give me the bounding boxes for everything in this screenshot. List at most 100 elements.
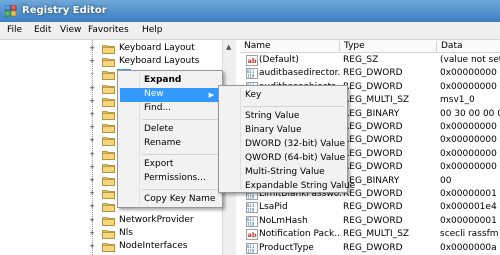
- collapse-icon[interactable]: -: [88, 71, 96, 79]
- submenu-item-label: DWORD (32-bit) Value: [245, 139, 345, 149]
- expand-icon[interactable]: +: [88, 45, 96, 53]
- menu-edit[interactable]: Edit: [34, 25, 51, 35]
- tree-item[interactable]: + Keyboard Layouts: [0, 55, 235, 68]
- tree-item-label: Nls: [119, 227, 133, 238]
- context-menu-item[interactable]: Export: [120, 158, 220, 172]
- menu-file[interactable]: File: [7, 25, 22, 35]
- menu-help[interactable]: Help: [142, 25, 163, 35]
- folder-icon: [102, 150, 115, 160]
- table-row[interactable]: 011110NoLmHash REG_DWORD 0x00000001 (1: [240, 215, 500, 228]
- context-menu-item-label: Expand: [144, 75, 182, 85]
- expand-icon[interactable]: +: [88, 203, 96, 211]
- submenu-item[interactable]: QWORD (64-bit) Value: [221, 152, 345, 166]
- table-row[interactable]: ab (Default) REG_SZ (value not set): [240, 54, 500, 67]
- value-name: (Default): [259, 55, 299, 65]
- submenu-item[interactable]: String Value: [221, 110, 345, 124]
- context-menu-item[interactable]: New ▶: [120, 88, 220, 102]
- context-menu-separator: [142, 119, 219, 120]
- binary-value-icon: 011110: [246, 202, 258, 214]
- value-name: LsaPid: [259, 202, 288, 213]
- context-menu-item[interactable]: Expand: [120, 74, 220, 88]
- context-menu-item[interactable]: Rename: [120, 137, 220, 151]
- submenu-item[interactable]: Key: [221, 89, 345, 103]
- expand-icon[interactable]: +: [88, 124, 96, 132]
- submenu-item-label: Expandable String Value: [245, 181, 356, 191]
- tree-item[interactable]: + NodeInterfaces: [0, 240, 235, 253]
- context-menu-item-label: Export: [144, 159, 174, 169]
- folder-icon: [102, 243, 115, 252]
- new-submenu: Key String Value Binary Value DWORD (32-bit…: [218, 85, 355, 194]
- string-value-icon: ab: [246, 229, 258, 241]
- scroll-up-icon[interactable]: ▲: [226, 43, 231, 51]
- expand-icon[interactable]: +: [88, 84, 96, 93]
- submenu-item-label: QWORD (64-bit) Value: [245, 153, 346, 163]
- window-title: Registry Editor: [22, 5, 107, 16]
- value-data: (value not set): [440, 55, 500, 65]
- tree-item-label: NetworkProvider: [119, 214, 194, 225]
- submenu-item-label: Key: [245, 90, 262, 100]
- value-type: REG_DWORD: [343, 68, 403, 79]
- table-row[interactable]: 011110LsaPid REG_DWORD 0x000001e4 (4: [240, 201, 500, 214]
- folder-icon: [102, 58, 115, 68]
- expand-icon[interactable]: +: [88, 190, 96, 198]
- value-type: REG_BINARY: [343, 175, 400, 186]
- string-value-icon: ab: [246, 55, 258, 66]
- expand-icon[interactable]: +: [88, 216, 96, 225]
- column-name[interactable]: Name: [240, 41, 340, 53]
- expand-icon[interactable]: +: [88, 150, 96, 159]
- column-data[interactable]: Data: [437, 41, 500, 53]
- table-row[interactable]: ab Notification Pack... REG_MULTI_SZ scecli…: [240, 228, 500, 241]
- value-data: scecli rassfm: [440, 229, 499, 240]
- submenu-arrow-icon: ▶: [208, 91, 214, 99]
- tree-item[interactable]: + NetworkProvider: [0, 214, 235, 227]
- submenu-item[interactable]: Multi-String Value: [221, 166, 345, 180]
- expand-icon[interactable]: +: [88, 58, 96, 66]
- value-data: 0x00000001 (1: [440, 215, 500, 226]
- context-menu-item[interactable]: Delete: [120, 123, 220, 137]
- menu-favorites[interactable]: Favorites: [88, 25, 129, 35]
- tree-item-label: Keyboard Layout: [119, 43, 195, 53]
- expand-icon[interactable]: +: [88, 111, 96, 119]
- value-data: 0x000001e4 (4: [440, 202, 500, 213]
- submenu-item-label: String Value: [245, 111, 300, 121]
- value-data: 0x00000001 (1: [440, 189, 500, 199]
- context-menu-item-label: Find...: [144, 103, 172, 113]
- expand-icon[interactable]: +: [88, 229, 96, 238]
- column-type[interactable]: Type: [340, 41, 437, 53]
- value-type: REG_DWORD: [343, 135, 403, 146]
- context-menu-item[interactable]: Find...: [120, 102, 220, 116]
- folder-icon: [102, 84, 115, 94]
- context-menu: Expand New ▶ Find... Delete Rename Export Permi…: [117, 70, 223, 208]
- value-type: REG_DWORD: [343, 81, 403, 92]
- context-menu-item[interactable]: Copy Key Name: [120, 193, 220, 207]
- binary-value-icon: 011110: [246, 215, 258, 227]
- value-data: 0x00000000 (0): [440, 122, 500, 132]
- value-type: REG_DWORD: [343, 122, 403, 132]
- expand-icon[interactable]: +: [88, 163, 96, 172]
- submenu-item[interactable]: Binary Value: [221, 124, 345, 138]
- value-type: REG_MULTI_SZ: [343, 95, 410, 106]
- tree-item-label: NodeInterfaces: [119, 241, 188, 251]
- value-type: REG_DWORD: [343, 242, 403, 253]
- table-row[interactable]: 011 110 auditbasedirector... REG_DWORD 0x000…: [240, 67, 500, 80]
- value-data: 0x00000000 (0): [440, 135, 500, 146]
- submenu-item-label: Binary Value: [245, 125, 302, 135]
- expand-icon[interactable]: +: [88, 243, 96, 251]
- submenu-item[interactable]: DWORD (32-bit) Value: [221, 138, 345, 152]
- expand-icon[interactable]: +: [88, 137, 96, 145]
- svg-text:110: 110: [247, 221, 255, 226]
- expand-icon[interactable]: +: [88, 97, 96, 106]
- context-menu-item-label: New: [144, 89, 164, 99]
- tree-item[interactable]: + Nls: [0, 227, 235, 240]
- tree-item[interactable]: + Keyboard Layout: [0, 42, 235, 55]
- table-row[interactable]: 011110ProductType REG_DWORD 0x0000000a (1: [240, 242, 500, 255]
- context-menu-item[interactable]: Permissions...: [120, 172, 220, 186]
- folder-icon: [102, 124, 115, 134]
- value-type: REG_MULTI_SZ: [343, 229, 410, 240]
- submenu-item[interactable]: Expandable String Value: [221, 180, 355, 194]
- svg-text:ab: ab: [248, 231, 257, 239]
- folder-icon: [102, 163, 115, 173]
- menu-view[interactable]: View: [60, 25, 81, 35]
- expand-icon[interactable]: +: [88, 177, 96, 185]
- folder-icon: [102, 111, 115, 120]
